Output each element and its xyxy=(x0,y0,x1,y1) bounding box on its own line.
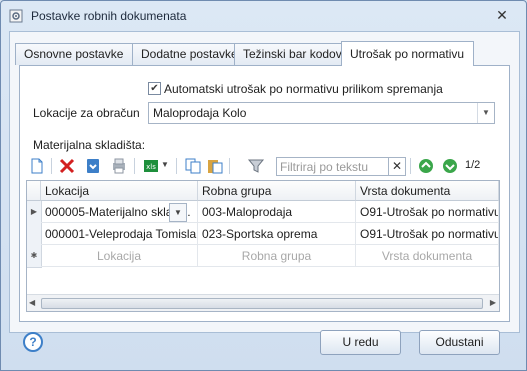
scroll-right-icon[interactable]: ▶ xyxy=(490,298,496,307)
row-current-indicator: ▶ xyxy=(27,201,42,224)
tab-tezinski-bar-kodovi[interactable]: Težinski bar kodovi xyxy=(234,43,353,65)
cell-lokacija[interactable]: 000001-Veleprodaja Tomisla… xyxy=(41,223,198,245)
cell-vrsta-dokumenta[interactable]: O91-Utrošak po normativu xyxy=(356,201,499,223)
tab-label: Utrošak po normativu xyxy=(350,47,465,61)
filter-input[interactable]: Filtriraj po tekstu ✕ xyxy=(276,157,406,176)
tab-label: Dodatne postavke xyxy=(141,47,238,61)
tab-label: Težinski bar kodovi xyxy=(243,47,345,61)
export-dropdown-icon[interactable]: ▼ xyxy=(161,160,169,169)
filter-placeholder: Filtriraj po tekstu xyxy=(280,160,369,174)
warehouses-label: Materijalna skladišta: xyxy=(33,138,146,152)
tab-dodatne-postavke[interactable]: Dodatne postavke xyxy=(132,43,244,65)
paste-icon[interactable] xyxy=(206,157,224,175)
next-page-icon[interactable] xyxy=(441,157,459,175)
tab-utrosak-po-normativu[interactable]: Utrošak po normativu xyxy=(341,41,474,66)
new-row-icon: ✱ xyxy=(27,245,42,268)
print-icon[interactable] xyxy=(110,157,128,175)
ok-button[interactable]: U redu xyxy=(320,330,401,355)
cell-robna-grupa[interactable]: 023-Sportska oprema xyxy=(198,223,356,245)
location-label: Lokacije za obračun xyxy=(33,106,140,120)
new-document-icon[interactable] xyxy=(28,157,46,175)
chevron-down-icon[interactable]: ▼ xyxy=(477,103,494,123)
cancel-button[interactable]: Odustani xyxy=(419,330,500,355)
help-icon[interactable]: ? xyxy=(23,332,43,352)
svg-text:xls: xls xyxy=(146,163,156,171)
table-row[interactable]: ▶ 000005-Materijalno sklad… ▼ 003-Malopr… xyxy=(27,201,499,224)
dialog-window: Postavke robnih dokumenata ✕ Osnovne pos… xyxy=(0,0,527,371)
cell-lokacija-placeholder[interactable]: Lokacija xyxy=(41,245,198,267)
location-combo[interactable]: Maloprodaja Kolo ▼ xyxy=(148,102,495,124)
row-indicator xyxy=(27,223,42,246)
column-header-robna-grupa[interactable]: Robna grupa xyxy=(198,181,356,201)
window-title: Postavke robnih dokumenata xyxy=(31,9,187,23)
toolbar-separator xyxy=(410,158,411,174)
close-icon[interactable]: ✕ xyxy=(494,8,510,22)
auto-consumption-checkbox[interactable]: ✔ xyxy=(148,82,161,95)
title-bar: Postavke robnih dokumenata ✕ xyxy=(1,1,526,31)
toolbar-separator xyxy=(51,158,52,174)
excel-export-icon[interactable]: xls xyxy=(142,157,160,175)
filter-icon[interactable] xyxy=(247,157,265,175)
toolbar-separator xyxy=(229,158,230,174)
grid-toolbar: xls ▼ Filtriraj po tekstu ✕ 1/2 xyxy=(26,154,504,178)
delete-icon[interactable] xyxy=(58,157,76,175)
column-header-lokacija[interactable]: Lokacija xyxy=(41,181,198,201)
cell-vrsta-dokumenta[interactable]: O91-Utrošak po normativu xyxy=(356,223,499,245)
cell-vrsta-dokumenta-placeholder[interactable]: Vrsta dokumenta xyxy=(356,245,499,267)
save-down-icon[interactable] xyxy=(84,157,102,175)
copy-icon[interactable] xyxy=(184,157,202,175)
toolbar-separator xyxy=(134,158,135,174)
clear-filter-icon[interactable]: ✕ xyxy=(388,158,405,175)
table-row[interactable]: 000001-Veleprodaja Tomisla… 023-Sportska… xyxy=(27,223,499,246)
auto-consumption-label: Automatski utrošak po normativu prilikom… xyxy=(164,82,443,96)
previous-page-icon[interactable] xyxy=(417,157,435,175)
location-value: Maloprodaja Kolo xyxy=(153,106,247,120)
settings-doc-icon xyxy=(9,9,23,23)
scroll-left-icon[interactable]: ◀ xyxy=(29,298,35,307)
tab-pane-utrosak: ✔ Automatski utrošak po normativu prilik… xyxy=(19,65,510,322)
tab-label: Osnovne postavke xyxy=(24,47,124,61)
warehouses-grid: Lokacija Robna grupa Vrsta dokumenta ▶ 0… xyxy=(26,180,500,312)
horizontal-scrollbar[interactable]: ◀ ▶ xyxy=(27,294,499,311)
chevron-down-icon[interactable]: ▼ xyxy=(169,203,187,222)
cell-robna-grupa-placeholder[interactable]: Robna grupa xyxy=(198,245,356,267)
cell-robna-grupa[interactable]: 003-Maloprodaja xyxy=(198,201,356,223)
scrollbar-thumb[interactable] xyxy=(41,298,483,309)
new-item-row[interactable]: ✱ Lokacija Robna grupa Vrsta dokumenta xyxy=(27,245,499,268)
header-indicator xyxy=(27,181,41,201)
column-header-vrsta-dokumenta[interactable]: Vrsta dokumenta xyxy=(356,181,499,201)
tab-osnovne-postavke[interactable]: Osnovne postavke xyxy=(15,43,133,65)
page-indicator: 1/2 xyxy=(465,159,481,171)
toolbar-separator xyxy=(176,158,177,174)
